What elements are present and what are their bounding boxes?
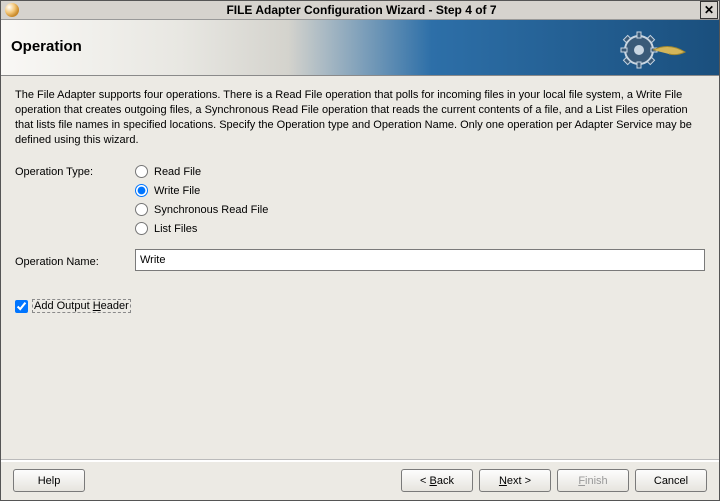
- titlebar: FILE Adapter Configuration Wizard - Step…: [1, 1, 719, 20]
- operation-name-row: Operation Name:: [15, 249, 705, 271]
- radio-read-file-input[interactable]: [135, 165, 148, 178]
- operation-name-input[interactable]: [135, 249, 705, 271]
- cancel-button[interactable]: Cancel: [635, 469, 707, 492]
- operation-type-label: Operation Type:: [15, 163, 135, 178]
- content-area: The File Adapter supports four operation…: [1, 76, 719, 325]
- radio-list-files-label: List Files: [154, 223, 197, 235]
- operation-name-label: Operation Name:: [15, 253, 135, 268]
- operation-type-row: Operation Type: Read File Write File Syn…: [15, 163, 705, 235]
- banner: Operation: [1, 20, 719, 76]
- finish-button: Finish: [557, 469, 629, 492]
- radio-list-files-input[interactable]: [135, 222, 148, 235]
- page-title: Operation: [11, 38, 82, 55]
- app-icon: [5, 3, 19, 17]
- radio-list-files[interactable]: List Files: [135, 222, 268, 235]
- radio-write-file-label: Write File: [154, 185, 200, 197]
- button-divider: [1, 459, 719, 462]
- radio-write-file-input[interactable]: [135, 184, 148, 197]
- radio-read-file-label: Read File: [154, 166, 201, 178]
- wizard-window: FILE Adapter Configuration Wizard - Step…: [0, 0, 720, 501]
- close-button[interactable]: ✕: [700, 1, 718, 19]
- add-output-header-checkbox[interactable]: [15, 300, 28, 313]
- window-title: FILE Adapter Configuration Wizard - Step…: [23, 3, 700, 17]
- radio-sync-read-file[interactable]: Synchronous Read File: [135, 203, 268, 216]
- radio-write-file[interactable]: Write File: [135, 184, 268, 197]
- help-button[interactable]: Help: [13, 469, 85, 492]
- gear-icon: [619, 30, 689, 70]
- radio-read-file[interactable]: Read File: [135, 165, 268, 178]
- operation-type-radios: Read File Write File Synchronous Read Fi…: [135, 163, 268, 235]
- radio-sync-read-file-input[interactable]: [135, 203, 148, 216]
- add-output-header-label[interactable]: Add Output Header: [32, 299, 131, 313]
- back-button[interactable]: < Back: [401, 469, 473, 492]
- next-button[interactable]: Next >: [479, 469, 551, 492]
- button-bar: Help < Back Next > Finish Cancel: [1, 469, 719, 492]
- description-text: The File Adapter supports four operation…: [15, 88, 705, 147]
- radio-sync-read-file-label: Synchronous Read File: [154, 204, 268, 216]
- close-icon: ✕: [704, 4, 714, 16]
- add-output-header-row: Add Output Header: [15, 299, 705, 313]
